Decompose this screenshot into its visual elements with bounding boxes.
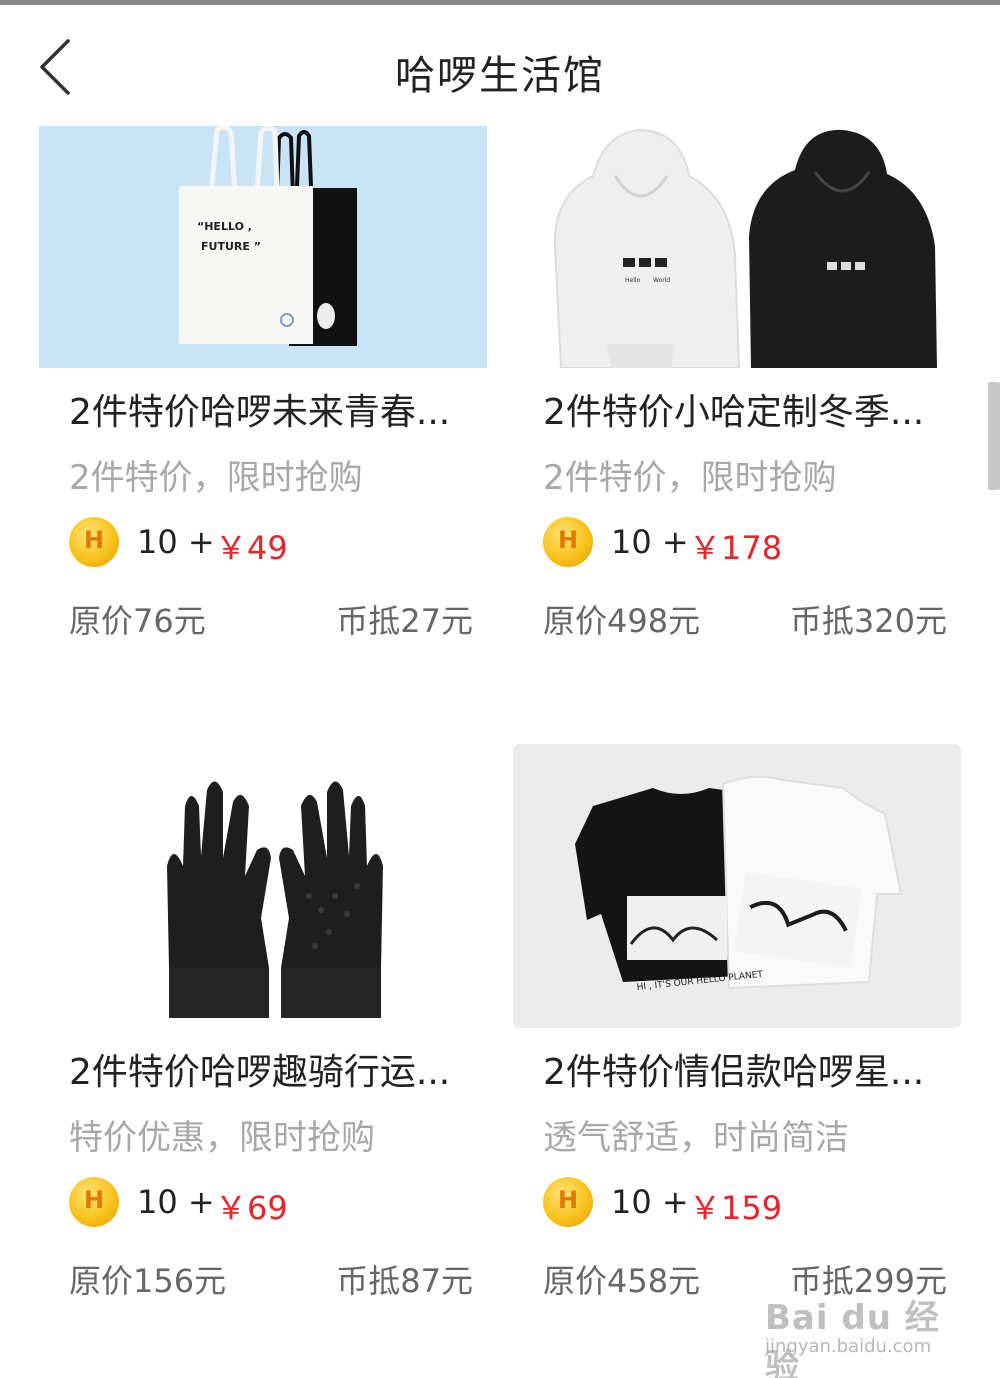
product-price: ￥178 [689, 529, 783, 567]
hoodie-print-2: World [653, 277, 670, 284]
original-price: 原价498元 [543, 602, 701, 640]
product-subtitle: 特价优惠，限时抢购 [69, 1118, 375, 1158]
page-title: 哈啰生活馆 [395, 53, 605, 99]
product-name[interactable]: 2件特价情侣款哈啰星... [543, 1043, 953, 1095]
watermark-url: jingyan.baidu.com [765, 1336, 932, 1357]
hello-coin-icon: H [543, 517, 593, 567]
coin-count: 10 + [137, 523, 215, 561]
product-image-tshirts: HI , IT'S OUR HELLO PLANET [513, 744, 961, 1028]
watermark-brand: Bai du 经验 [765, 1298, 940, 1378]
original-price: 原价76元 [69, 602, 206, 640]
hello-coin-icon: H [543, 1177, 593, 1227]
product-subtitle: 2件特价，限时抢购 [69, 458, 363, 498]
hello-coin-icon: H [69, 1177, 119, 1227]
coin-deduction: 币抵87元 [336, 1262, 473, 1300]
product-name[interactable]: 2件特价小哈定制冬季... [543, 383, 953, 435]
product-subtitle: 2件特价，限时抢购 [543, 458, 837, 498]
product-price: ￥159 [689, 1189, 783, 1227]
coin-count: 10 + [137, 1183, 215, 1221]
product-image-hoodies: Hello World [513, 126, 961, 368]
product-subtitle: 透气舒适，时尚简洁 [543, 1118, 849, 1158]
scrollbar-thumb[interactable] [988, 382, 1000, 490]
coin-deduction: 币抵27元 [336, 602, 473, 640]
product-name[interactable]: 2件特价哈啰趣骑行运... [69, 1043, 479, 1095]
product-name[interactable]: 2件特价哈啰未来青春... [69, 383, 479, 435]
original-price: 原价156元 [69, 1262, 227, 1300]
coin-count: 10 + [611, 523, 689, 561]
nav-header: 哈啰生活馆 [0, 5, 1000, 123]
hello-coin-icon: H [69, 517, 119, 567]
product-price: ￥49 [215, 529, 288, 567]
product-image-gloves [39, 746, 487, 1028]
coin-count: 10 + [611, 1183, 689, 1221]
original-price: 原价458元 [543, 1262, 701, 1300]
tote-print-line2: FUTURE ” [201, 240, 261, 253]
tote-print-line1: “HELLO , [197, 220, 252, 233]
baidu-jingyan-watermark: Bai du 经验 jingyan.baidu.com [765, 1290, 965, 1378]
coin-deduction: 币抵320元 [789, 602, 947, 640]
product-price: ￥69 [215, 1189, 288, 1227]
hoodie-print-1: Hello [625, 277, 641, 284]
product-image-tote-bags: “HELLO , FUTURE ” [39, 126, 487, 368]
